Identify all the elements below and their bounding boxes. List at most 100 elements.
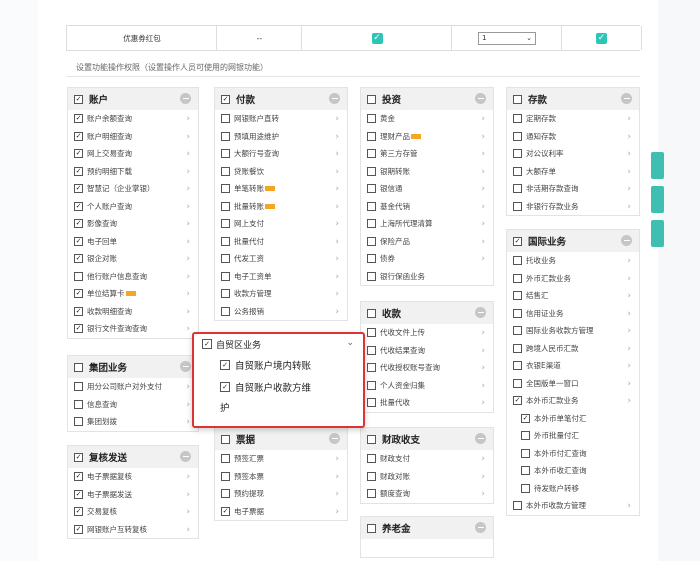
item-checkbox[interactable] <box>74 489 83 499</box>
popup-header[interactable]: 自贸区业务 ⌄ <box>194 334 363 354</box>
chevron-right-icon[interactable]: › <box>481 472 485 482</box>
chevron-right-icon[interactable]: › <box>627 149 631 159</box>
permission-item[interactable]: 收款明细查询 › <box>68 303 198 321</box>
chevron-right-icon[interactable]: › <box>627 202 631 212</box>
chevron-right-icon[interactable]: › <box>335 254 339 264</box>
item-checkbox[interactable] <box>74 472 83 482</box>
chevron-right-icon[interactable]: › <box>186 382 190 392</box>
panel-checkbox[interactable] <box>513 236 522 246</box>
permission-item[interactable]: 非活期存款查询 › <box>507 180 639 198</box>
item-checkbox[interactable] <box>367 271 376 281</box>
permission-item[interactable]: 单位结算卡 › <box>68 285 198 303</box>
permission-item[interactable]: 定期存款 › <box>507 110 639 128</box>
permission-item[interactable]: 集团划拨 › <box>68 413 198 431</box>
permission-item[interactable]: 对公议利率 › <box>507 145 639 163</box>
chevron-right-icon[interactable]: › <box>481 454 485 464</box>
item-checkbox[interactable] <box>221 471 230 481</box>
item-checkbox[interactable] <box>221 201 230 211</box>
panel-header[interactable]: 投资 <box>361 88 493 110</box>
permission-item[interactable]: 外币汇款业务 › <box>507 270 639 288</box>
chevron-right-icon[interactable]: › <box>186 132 190 142</box>
permission-item[interactable]: 代发工资 › <box>215 250 347 268</box>
chevron-right-icon[interactable]: › <box>481 114 485 124</box>
chevron-right-icon[interactable]: › <box>335 454 339 464</box>
chevron-right-icon[interactable]: › <box>481 149 485 159</box>
item-checkbox[interactable] <box>513 256 522 266</box>
chevron-right-icon[interactable]: › <box>186 114 190 124</box>
item-checkbox[interactable] <box>74 149 83 159</box>
permission-item[interactable]: 个人账户查询 › <box>68 198 198 216</box>
permission-item[interactable]: 预填用途维护 › <box>215 128 347 146</box>
chevron-right-icon[interactable]: › <box>335 202 339 212</box>
item-checkbox[interactable] <box>513 361 522 371</box>
item-checkbox[interactable] <box>74 382 83 392</box>
item-checkbox[interactable] <box>367 398 376 408</box>
permission-item[interactable]: 电子票据 › <box>215 503 347 521</box>
permission-item[interactable]: 托收业务 › <box>507 252 639 270</box>
item-checkbox[interactable] <box>74 524 83 534</box>
item-checkbox[interactable] <box>521 413 530 423</box>
permission-item[interactable]: 本外币收汇查询 <box>507 462 639 480</box>
item-checkbox[interactable] <box>74 289 83 299</box>
permission-item[interactable]: 预签本票 › <box>215 468 347 486</box>
item-checkbox[interactable] <box>367 489 376 499</box>
permission-item[interactable]: 用分公司账户对外支付 › <box>68 378 198 396</box>
permission-item[interactable]: 大额存单 › <box>507 163 639 181</box>
panel-header[interactable]: 收款 <box>361 302 493 324</box>
collapse-icon[interactable] <box>475 307 486 318</box>
item-checkbox[interactable] <box>513 378 522 388</box>
item-checkbox[interactable] <box>74 184 83 194</box>
permission-item[interactable]: 额度查询 › <box>361 485 493 503</box>
permission-item[interactable]: 账户余额查询 › <box>68 110 198 128</box>
chevron-right-icon[interactable]: › <box>481 184 485 194</box>
permission-item[interactable]: 财政支付 › <box>361 450 493 468</box>
chevron-right-icon[interactable]: › <box>186 324 190 334</box>
chevron-right-icon[interactable]: › <box>627 291 631 301</box>
permission-item[interactable]: 批量代付 › <box>215 233 347 251</box>
chevron-right-icon[interactable]: › <box>335 132 339 142</box>
chevron-right-icon[interactable]: › <box>335 489 339 499</box>
permission-item[interactable]: 网银账户直转 › <box>215 110 347 128</box>
item-checkbox[interactable] <box>513 308 522 318</box>
chevron-right-icon[interactable]: › <box>186 254 190 264</box>
permission-item[interactable]: 批量转账 › <box>215 198 347 216</box>
item-checkbox[interactable] <box>513 114 522 124</box>
permission-item[interactable]: 单笔转账 › <box>215 180 347 198</box>
chevron-right-icon[interactable]: › <box>627 501 631 511</box>
item-checkbox[interactable] <box>221 114 230 124</box>
item-checkbox[interactable] <box>513 326 522 336</box>
permission-item[interactable]: 预约提现 › <box>215 485 347 503</box>
chevron-right-icon[interactable]: › <box>627 114 631 124</box>
permission-item[interactable]: 全国版单一窗口 › <box>507 375 639 393</box>
permission-item[interactable]: 待发账户转移 <box>507 480 639 498</box>
permission-item[interactable]: 基金代销 › <box>361 198 493 216</box>
panel-checkbox[interactable] <box>74 362 83 372</box>
permission-item[interactable]: 贷账餐饮 › <box>215 163 347 181</box>
permission-item[interactable]: 电子票据发送 › <box>68 486 198 504</box>
panel-checkbox[interactable] <box>367 434 376 444</box>
chevron-right-icon[interactable]: › <box>186 202 190 212</box>
permission-item[interactable]: 大额行号查询 › <box>215 145 347 163</box>
item-checkbox[interactable] <box>221 289 230 299</box>
chevron-right-icon[interactable]: › <box>335 149 339 159</box>
collapse-icon[interactable] <box>475 522 486 533</box>
chevron-right-icon[interactable]: › <box>627 184 631 194</box>
chevron-right-icon[interactable]: › <box>186 472 190 482</box>
panel-header[interactable]: 财政收支 <box>361 428 493 450</box>
chevron-right-icon[interactable]: › <box>186 272 190 282</box>
item-checkbox[interactable] <box>367 236 376 246</box>
item-checkbox[interactable] <box>74 254 83 264</box>
permission-item[interactable]: 国际业务收款方管理 › <box>507 322 639 340</box>
item-checkbox[interactable] <box>221 131 230 141</box>
item-checkbox[interactable] <box>221 489 230 499</box>
panel-header[interactable]: 养老金 <box>361 517 493 539</box>
chevron-right-icon[interactable]: › <box>481 381 485 391</box>
permission-item[interactable]: 理财产品 › <box>361 128 493 146</box>
panel-checkbox[interactable] <box>367 308 376 318</box>
chevron-right-icon[interactable]: › <box>186 184 190 194</box>
chevron-right-icon[interactable]: › <box>627 256 631 266</box>
popup-option-checkbox[interactable] <box>220 360 230 370</box>
item-checkbox[interactable] <box>221 306 230 316</box>
chevron-right-icon[interactable]: › <box>627 274 631 284</box>
item-checkbox[interactable] <box>74 399 83 409</box>
